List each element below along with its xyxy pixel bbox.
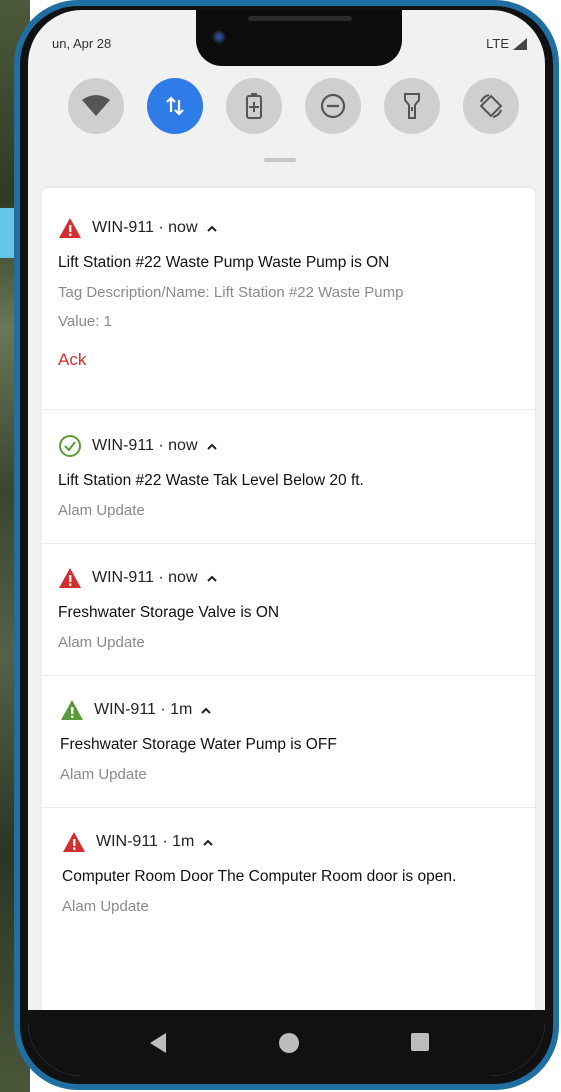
auto-rotate-tile[interactable] <box>463 78 519 134</box>
notification-detail-line: Tag Description/Name: Lift Station #22 W… <box>58 284 404 301</box>
warning-triangle-green-icon <box>61 700 83 720</box>
flashlight-tile[interactable] <box>384 78 440 134</box>
notification-header: WIN-911 · now <box>58 216 535 240</box>
phone-frame: un, Apr 28 LTE WIN-911 · now Lift Statio… <box>14 0 559 1090</box>
notification-item[interactable]: WIN-911 · 1m Freshwater Storage Water Pu… <box>42 676 535 808</box>
notification-header: WIN-911 · 1m <box>60 698 535 722</box>
notification-app-name: WIN-911 · 1m <box>94 701 193 718</box>
recents-icon[interactable] <box>410 1032 430 1052</box>
do-not-disturb-icon <box>320 93 346 119</box>
quick-settings-row <box>28 78 545 138</box>
battery-saver-icon <box>246 93 262 119</box>
warning-triangle-red-icon <box>63 832 85 852</box>
auto-rotate-icon <box>479 94 503 118</box>
chevron-up-icon[interactable] <box>206 442 218 450</box>
check-circle-icon <box>59 435 81 457</box>
home-icon[interactable] <box>278 1032 300 1054</box>
notification-subtitle: Alam Update <box>58 502 145 519</box>
flashlight-icon <box>404 93 420 119</box>
chevron-up-icon[interactable] <box>202 838 214 846</box>
battery-saver-tile[interactable] <box>226 78 282 134</box>
notification-app-name: WIN-911 · now <box>92 219 198 236</box>
warning-triangle-red-icon <box>59 218 81 238</box>
phone-screen: un, Apr 28 LTE WIN-911 · now Lift Statio… <box>28 10 545 1076</box>
notification-app-name: WIN-911 · now <box>92 437 198 454</box>
notification-title: Lift Station #22 Waste Pump Waste Pump i… <box>58 254 390 271</box>
network-type: LTE <box>486 36 509 51</box>
notification-item[interactable]: WIN-911 · 1m Computer Room Door The Comp… <box>42 808 535 938</box>
notification-subtitle: Alam Update <box>60 766 147 783</box>
notification-title: Computer Room Door The Computer Room doo… <box>62 868 457 885</box>
camera-notch <box>196 10 402 66</box>
notification-subtitle: Alam Update <box>58 634 145 651</box>
notification-panel: WIN-911 · now Lift Station #22 Waste Pum… <box>42 188 535 1010</box>
status-date: un, Apr 28 <box>52 36 112 51</box>
notification-app-name: WIN-911 · now <box>92 569 198 586</box>
wifi-tile[interactable] <box>68 78 124 134</box>
notification-header: WIN-911 · now <box>58 434 535 458</box>
chevron-up-icon[interactable] <box>206 224 218 232</box>
notification-item[interactable]: WIN-911 · now Freshwater Storage Valve i… <box>42 544 535 676</box>
data-transfer-tile[interactable] <box>147 78 203 134</box>
quick-settings-drag-handle[interactable] <box>264 158 296 162</box>
notification-title: Freshwater Storage Water Pump is OFF <box>60 736 337 753</box>
back-icon[interactable] <box>148 1032 168 1054</box>
notification-detail-line: Value: 1 <box>58 313 112 330</box>
earpiece-speaker <box>248 16 352 21</box>
chevron-up-icon[interactable] <box>200 706 212 714</box>
signal-icon <box>513 37 527 50</box>
warning-triangle-red-icon <box>59 568 81 588</box>
notification-title: Freshwater Storage Valve is ON <box>58 604 280 621</box>
ack-button[interactable]: Ack <box>58 350 86 370</box>
notification-title: Lift Station #22 Waste Tak Level Below 2… <box>58 472 364 489</box>
notification-app-name: WIN-911 · 1m <box>96 833 195 850</box>
front-camera-icon <box>212 30 226 44</box>
notification-header: WIN-911 · 1m <box>62 830 535 854</box>
navigation-bar <box>28 1010 545 1076</box>
notification-subtitle: Alam Update <box>62 898 149 915</box>
status-right: LTE <box>486 36 527 51</box>
notification-item[interactable]: WIN-911 · now Lift Station #22 Waste Pum… <box>42 188 535 410</box>
data-transfer-icon <box>166 96 184 116</box>
chevron-up-icon[interactable] <box>206 574 218 582</box>
wifi-icon <box>82 95 110 116</box>
notification-header: WIN-911 · now <box>58 566 535 590</box>
do-not-disturb-tile[interactable] <box>305 78 361 134</box>
notification-item[interactable]: WIN-911 · now Lift Station #22 Waste Tak… <box>42 410 535 544</box>
